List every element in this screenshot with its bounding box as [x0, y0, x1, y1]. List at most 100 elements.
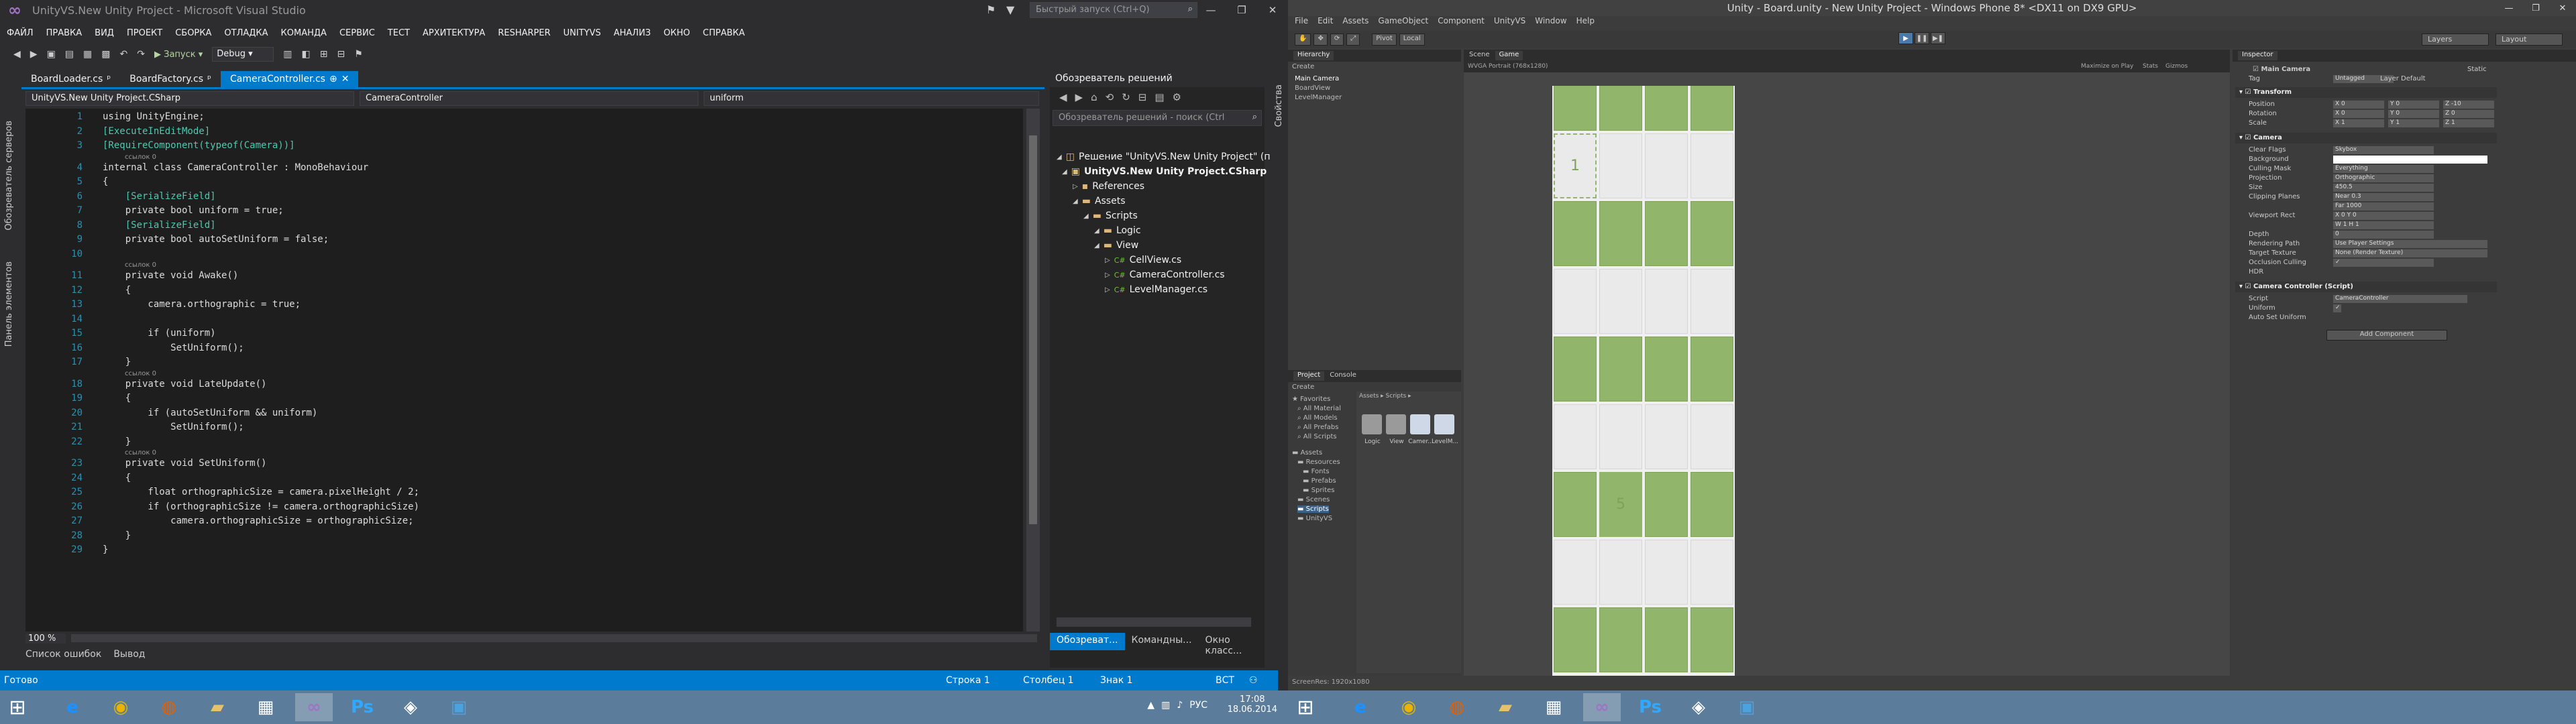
windows-start-icon[interactable]: ⊞ [1291, 693, 1320, 721]
maximize-button[interactable]: ❐ [1226, 0, 1257, 20]
line-number[interactable]: 2 [52, 126, 83, 137]
solution-horizontal-scrollbar[interactable] [1057, 617, 1251, 627]
camera-prop-field[interactable]: W 1 H 1 [2333, 221, 2434, 229]
solution-tree-item[interactable]: ◢ ▬ Assets [1073, 196, 1126, 206]
transform-field[interactable]: X 0 [2333, 101, 2384, 109]
line-number[interactable]: 20 [52, 408, 83, 418]
code-line[interactable]: { [103, 176, 108, 187]
line-number[interactable]: 10 [52, 249, 83, 259]
menu-item[interactable]: ТЕСТ [388, 28, 410, 38]
tree-item-label[interactable]: Решение "UnityVS.New Unity Project" (п [1079, 152, 1271, 162]
photoshop-taskbar-icon[interactable]: Ps [343, 693, 381, 721]
line-number[interactable]: 28 [52, 530, 83, 541]
camera-prop-field[interactable]: Orthographic [2333, 174, 2434, 182]
camera-prop-label[interactable]: Culling Mask [2249, 165, 2291, 172]
hierarchy-item[interactable]: LevelManager [1295, 94, 1342, 101]
tree-item-label[interactable]: UnityVS.New Unity Project.CSharp [1084, 166, 1267, 177]
solution-tree-item[interactable]: ◢ ▬ View [1094, 240, 1138, 251]
bookmark-icon[interactable]: ⚑ [354, 49, 363, 60]
board-cell[interactable] [1645, 472, 1688, 537]
metro-taskbar-icon[interactable]: ▦ [247, 693, 284, 721]
project-folder[interactable]: ▬ Sprites [1303, 487, 1335, 494]
tree-item-label[interactable]: Logic [1116, 225, 1141, 236]
pin-icon[interactable]: ᵖ [207, 74, 211, 84]
project-folder[interactable]: ▬ Prefabs [1303, 477, 1336, 485]
tab-console[interactable]: Console [1330, 371, 1356, 381]
menu-item[interactable]: ФАЙЛ [7, 28, 34, 38]
pin-icon[interactable]: ᵖ [107, 74, 111, 84]
menu-item[interactable]: СПРАВКА [703, 28, 745, 38]
tab-team-explorer[interactable]: Командны... [1125, 633, 1199, 650]
zoom-select[interactable]: 100 % [25, 633, 66, 644]
project-folder[interactable]: ▬ Scripts [1297, 505, 1329, 513]
start-debug-button[interactable]: ▶ Запуск ▾ [154, 50, 203, 60]
tab-error-list[interactable]: Список ошибок [25, 649, 101, 660]
scroll-thumb[interactable] [1029, 135, 1037, 524]
cs-icon[interactable]: C# [1114, 256, 1126, 265]
camera-prop-field[interactable]: 0 [2333, 231, 2434, 239]
menu-item[interactable]: ПРОЕКТ [127, 28, 162, 38]
cs-icon[interactable]: C# [1114, 271, 1126, 280]
sync-icon[interactable]: ⟲ [1106, 91, 1114, 103]
favorites-item[interactable]: ⌕ All Material [1297, 405, 1341, 412]
transform-header[interactable]: ▾ ☑ Transform [2235, 87, 2497, 98]
code-line[interactable]: SetUniform(); [103, 422, 244, 432]
config-select[interactable]: Debug ▾ [212, 47, 274, 62]
code-line[interactable]: camera.orthographic = true; [103, 299, 301, 310]
camera-prop-field[interactable]: 450.5 [2333, 184, 2434, 192]
code-editor[interactable]: 1 using UnityEngine; 2 [ExecuteInEditMode] 3… [25, 109, 1023, 631]
rotate-tool-icon[interactable]: ⟳ [1330, 34, 1344, 46]
folder-icon[interactable]: ▬ [1093, 210, 1102, 221]
menu-item[interactable]: СЕРВИС [339, 28, 375, 38]
explorer-taskbar-icon[interactable]: ▰ [199, 693, 236, 721]
toolbox-tab[interactable]: Панель элементов [4, 261, 14, 347]
board-cell[interactable] [1645, 540, 1688, 605]
tree-item-label[interactable]: Scripts [1106, 210, 1138, 221]
tree-item-label[interactable]: View [1116, 240, 1138, 251]
board-cell[interactable] [1599, 337, 1642, 402]
back-icon[interactable]: ◀ [1059, 91, 1067, 103]
unity-taskbar-icon[interactable]: ◈ [392, 693, 429, 721]
line-number[interactable]: 9 [52, 234, 83, 245]
photos-taskbar-icon[interactable]: ▣ [1728, 693, 1766, 721]
hand-tool-icon[interactable]: ✋ [1295, 34, 1311, 46]
line-number[interactable]: 3 [52, 140, 83, 151]
menu-item[interactable]: UNITYVS [564, 28, 601, 38]
sol-icon[interactable]: ◫ [1066, 152, 1075, 162]
menu-item[interactable]: Help [1576, 16, 1595, 29]
proj-icon[interactable]: ▣ [1071, 166, 1080, 177]
member-dropdown[interactable]: uniform [704, 91, 1039, 106]
script-icon[interactable] [1434, 414, 1454, 434]
expand-icon[interactable]: ◢ [1057, 154, 1062, 161]
line-number[interactable]: 8 [52, 220, 83, 231]
back-icon[interactable]: ◀ [13, 49, 21, 60]
transform-label[interactable]: Scale [2249, 119, 2267, 127]
line-number[interactable]: 23 [52, 458, 83, 469]
menu-item[interactable]: ПРАВКА [46, 28, 83, 38]
show-all-icon[interactable]: ▤ [1155, 91, 1164, 103]
ref-icon[interactable]: ▪ [1082, 181, 1089, 192]
menu-item[interactable]: UnityVS [1494, 16, 1525, 29]
code-line[interactable]: { [103, 393, 131, 404]
board-cell[interactable] [1554, 540, 1597, 605]
reference-hint[interactable]: ссылок 0 [125, 370, 156, 377]
firefox-taskbar-icon[interactable]: ◍ [150, 693, 188, 721]
code-line[interactable]: [RequireComponent(typeof(Camera))] [103, 140, 295, 151]
transform-label[interactable]: Position [2249, 101, 2275, 108]
tab-project[interactable]: Project [1293, 371, 1325, 381]
transform-field[interactable]: Z 0 [2443, 110, 2494, 118]
static-toggle[interactable]: Static [2467, 66, 2487, 73]
expand-icon[interactable]: ◢ [1073, 198, 1078, 205]
forward-icon[interactable]: ▶ [1075, 91, 1083, 103]
code-line[interactable]: [ExecuteInEditMode] [103, 126, 210, 137]
transform-field[interactable]: X 1 [2333, 119, 2384, 127]
expand-icon[interactable]: ◢ [1094, 227, 1099, 235]
line-number[interactable]: 6 [52, 191, 83, 202]
board-cell[interactable]: 5 [1599, 472, 1642, 537]
folder-icon[interactable]: ▬ [1082, 196, 1091, 206]
board-cell[interactable]: 1 [1554, 133, 1597, 198]
line-number[interactable]: 18 [52, 379, 83, 389]
undo-icon[interactable]: ↶ [120, 49, 128, 60]
camera-prop-field[interactable]: Skybox [2333, 146, 2434, 154]
minimize-button[interactable]: — [1195, 0, 1226, 20]
